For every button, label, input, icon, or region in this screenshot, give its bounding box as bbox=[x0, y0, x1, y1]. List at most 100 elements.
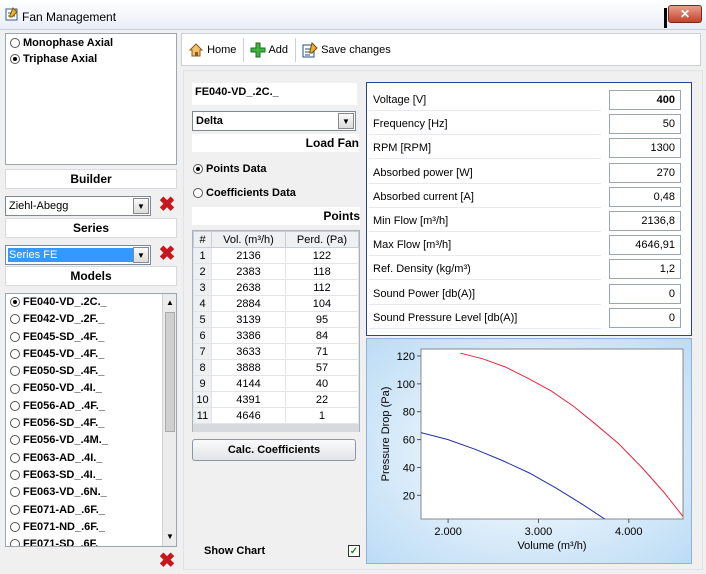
volume-cell[interactable]: 4646 bbox=[211, 407, 286, 424]
scroll-up-icon[interactable]: ▲ bbox=[165, 296, 175, 310]
property-value-field[interactable]: 0 bbox=[609, 283, 681, 304]
model-list-item[interactable]: FE063-VD_.6N._ bbox=[10, 484, 160, 501]
pressure-cell[interactable]: 112 bbox=[284, 279, 360, 296]
delete-series-button[interactable]: ✖ bbox=[157, 244, 177, 265]
property-value-field[interactable]: 1300 bbox=[609, 138, 681, 159]
pressure-cell[interactable]: 1 bbox=[284, 407, 360, 424]
property-label: Voltage [V] bbox=[369, 89, 601, 111]
row-index-cell: 8 bbox=[193, 359, 212, 376]
table-row[interactable]: 5 3139 95 bbox=[193, 311, 360, 328]
volume-cell[interactable]: 3139 bbox=[211, 311, 286, 328]
row-index-cell: 9 bbox=[193, 375, 212, 392]
series-header: Series bbox=[5, 218, 177, 238]
fan-type-triphase[interactable]: Triphase Axial bbox=[10, 53, 97, 65]
save-changes-button[interactable]: Save changes bbox=[302, 42, 391, 58]
load-fan-label: Load Fan bbox=[192, 134, 359, 152]
model-list-item[interactable]: FE045-SD_.4F._ bbox=[10, 329, 160, 346]
property-value-field[interactable]: 270 bbox=[609, 162, 681, 183]
connection-select[interactable]: Delta ▼ bbox=[192, 111, 356, 131]
volume-cell[interactable]: 2383 bbox=[211, 263, 286, 280]
scroll-down-icon[interactable]: ▼ bbox=[165, 530, 175, 544]
pressure-cell[interactable]: 40 bbox=[284, 375, 360, 392]
model-list-item[interactable]: FE056-VD_.4M._ bbox=[10, 432, 160, 449]
property-value-field[interactable]: 400 bbox=[609, 90, 681, 110]
y-tick-label: 80 bbox=[403, 407, 415, 419]
pressure-cell[interactable]: 22 bbox=[284, 391, 360, 408]
volume-cell[interactable]: 4391 bbox=[211, 391, 286, 408]
model-list-item[interactable]: FE045-VD_.4F._ bbox=[10, 346, 160, 363]
model-list-item[interactable]: FE056-SD_.4F._ bbox=[10, 415, 160, 432]
plot-area bbox=[420, 348, 684, 520]
table-row[interactable]: 3 2638 112 bbox=[193, 279, 360, 296]
table-row[interactable]: 10 4391 22 bbox=[193, 391, 360, 408]
table-row[interactable]: 11 4646 1 bbox=[193, 407, 360, 424]
pressure-cell[interactable]: 104 bbox=[284, 295, 360, 312]
property-value-field[interactable]: 0 bbox=[609, 307, 681, 328]
calc-coefficients-button[interactable]: Calc. Coefficients bbox=[192, 439, 356, 461]
y-tick-label: 40 bbox=[403, 462, 415, 474]
property-value-field[interactable]: 2136,8 bbox=[609, 211, 681, 231]
pressure-cell[interactable]: 122 bbox=[284, 247, 360, 264]
app-icon bbox=[5, 7, 19, 21]
volume-cell[interactable]: 2884 bbox=[211, 295, 286, 312]
add-button[interactable]: Add bbox=[250, 42, 288, 58]
delete-builder-button[interactable]: ✖ bbox=[157, 195, 177, 216]
model-list-item[interactable]: FE050-VD_.4I._ bbox=[10, 380, 160, 397]
model-list-item[interactable]: FE050-SD_.4F._ bbox=[10, 363, 160, 380]
coefficients-data-option[interactable]: Coefficients Data bbox=[193, 187, 296, 199]
volume-cell[interactable]: 3888 bbox=[211, 359, 286, 376]
model-list-item[interactable]: FE042-VD_.2F._ bbox=[10, 311, 160, 328]
volume-cell[interactable]: 2638 bbox=[211, 279, 286, 296]
fan-type-monophase[interactable]: Monophase Axial bbox=[10, 37, 113, 49]
property-value-field[interactable]: 0,48 bbox=[609, 186, 681, 207]
plus-icon bbox=[250, 42, 266, 58]
radio-icon bbox=[10, 470, 20, 481]
home-button[interactable]: Home bbox=[188, 42, 236, 58]
pressure-cell[interactable]: 118 bbox=[284, 263, 360, 280]
table-row[interactable]: 2 2383 118 bbox=[193, 263, 360, 280]
model-list-item[interactable]: FE040-VD_.2C._ bbox=[10, 294, 160, 311]
y-tick-label: 60 bbox=[403, 435, 415, 447]
table-row[interactable]: 4 2884 104 bbox=[193, 295, 360, 312]
property-label: Min Flow [m³/h] bbox=[369, 210, 601, 232]
model-list-item[interactable]: FE071-SD_.6F._ bbox=[10, 536, 160, 546]
volume-cell[interactable]: 3633 bbox=[211, 343, 286, 360]
pressure-cell[interactable]: 95 bbox=[284, 311, 360, 328]
table-row[interactable]: 6 3386 84 bbox=[193, 327, 360, 344]
model-list-item[interactable]: FE056-AD_.4F._ bbox=[10, 398, 160, 415]
model-list-item[interactable]: FE071-ND_.6F._ bbox=[10, 519, 160, 536]
table-row[interactable]: 9 4144 40 bbox=[193, 375, 360, 392]
delete-model-button[interactable]: ✖ bbox=[157, 551, 177, 572]
table-row[interactable]: 7 3633 71 bbox=[193, 343, 360, 360]
points-data-option[interactable]: Points Data bbox=[193, 163, 267, 175]
horizontal-scrollbar[interactable] bbox=[193, 424, 359, 432]
close-button[interactable]: ✕ bbox=[668, 5, 702, 23]
table-row[interactable]: 1 2136 122 bbox=[193, 247, 360, 264]
volume-cell[interactable]: 4144 bbox=[211, 375, 286, 392]
radio-icon bbox=[10, 38, 20, 49]
model-list-item[interactable]: FE071-AD_.6F._ bbox=[10, 502, 160, 519]
show-chart-checkbox[interactable]: ✓ bbox=[348, 545, 360, 557]
table-row[interactable]: 8 3888 57 bbox=[193, 359, 360, 376]
scrollbar[interactable]: ▲ ▼ bbox=[162, 294, 176, 546]
radio-icon bbox=[10, 435, 20, 446]
radio-selected-icon bbox=[193, 164, 203, 175]
pressure-cell[interactable]: 84 bbox=[284, 327, 360, 344]
series-select[interactable]: Series FE ▼ bbox=[5, 245, 151, 265]
toolbar: Home Add Save changes bbox=[181, 33, 701, 66]
model-list-item[interactable]: FE063-AD_.4I._ bbox=[10, 450, 160, 467]
scrollbar-thumb[interactable] bbox=[165, 312, 175, 432]
model-list-item[interactable]: FE063-SD_.4I._ bbox=[10, 467, 160, 484]
pressure-cell[interactable]: 71 bbox=[284, 343, 360, 360]
property-value-field[interactable]: 4646,91 bbox=[609, 235, 681, 256]
pressure-cell[interactable]: 57 bbox=[284, 359, 360, 376]
builder-select[interactable]: Ziehl-Abegg ▼ bbox=[5, 196, 151, 216]
row-index-cell: 10 bbox=[193, 391, 212, 408]
radio-icon bbox=[10, 504, 20, 515]
radio-icon bbox=[10, 366, 20, 377]
volume-cell[interactable]: 3386 bbox=[211, 327, 286, 344]
radio-icon bbox=[10, 348, 20, 359]
property-value-field[interactable]: 50 bbox=[609, 114, 681, 135]
property-value-field[interactable]: 1,2 bbox=[609, 259, 681, 280]
volume-cell[interactable]: 2136 bbox=[211, 247, 286, 264]
